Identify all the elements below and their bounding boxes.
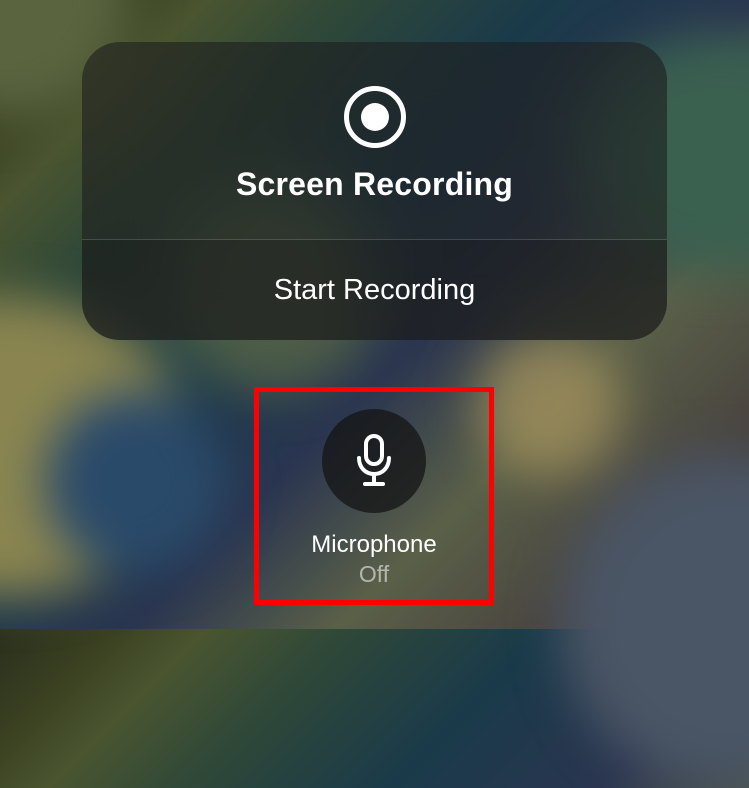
screen-recording-panel: Screen Recording Start Recording xyxy=(82,42,667,340)
panel-title: Screen Recording xyxy=(236,166,513,203)
record-icon xyxy=(344,86,406,148)
start-recording-button[interactable]: Start Recording xyxy=(82,240,667,340)
microphone-button-circle xyxy=(322,409,426,513)
microphone-status: Off xyxy=(359,561,389,588)
start-recording-label: Start Recording xyxy=(274,274,476,307)
panel-header: Screen Recording xyxy=(82,42,667,239)
microphone-toggle[interactable]: Microphone Off xyxy=(254,387,494,605)
microphone-label: Microphone xyxy=(311,531,436,559)
microphone-icon xyxy=(353,434,395,488)
